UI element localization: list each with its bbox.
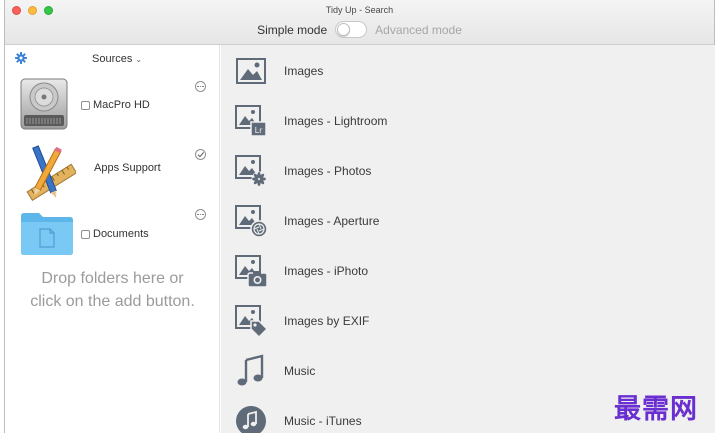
list-item-label: Images by EXIF: [284, 314, 370, 328]
toggle-knob: [337, 23, 351, 36]
image-lightroom-icon: Lr: [235, 105, 267, 137]
list-item-images[interactable]: Images: [221, 46, 715, 96]
list-item-images-iphoto[interactable]: Images - iPhoto: [221, 246, 715, 296]
source-item-macpro-hd[interactable]: MacPro HD: [5, 73, 220, 133]
more-icon[interactable]: [195, 81, 206, 92]
list-item-label: Music - iTunes: [284, 414, 362, 428]
window-title: Tidy Up - Search: [325, 5, 394, 15]
gear-icon[interactable]: [15, 52, 27, 64]
mode-switch-row: Simple mode Advanced mode: [5, 21, 714, 38]
svg-text:Lr: Lr: [255, 126, 263, 135]
sources-sidebar: Sources ⌄ MacPro HD Apps Support Documen…: [5, 45, 220, 433]
title-bar: Tidy Up - Search Simple mode Advanced mo…: [5, 0, 714, 45]
list-item-images-by-exif[interactable]: Images by EXIF: [221, 296, 715, 346]
source-label: MacPro HD: [93, 99, 150, 111]
watermark: 最需网: [614, 394, 698, 425]
image-icon: [236, 58, 266, 84]
hard-drive-icon: [20, 78, 68, 130]
source-item-documents[interactable]: Documents: [5, 205, 220, 263]
more-icon[interactable]: [195, 209, 206, 220]
advanced-mode-label: Advanced mode: [375, 22, 462, 37]
source-label: Documents: [93, 228, 149, 240]
list-item-label: Images - Lightroom: [284, 114, 388, 128]
list-item-images-lightroom[interactable]: Lr Images - Lightroom: [221, 96, 715, 146]
source-label: Apps Support: [94, 162, 161, 174]
list-item-label: Music: [284, 364, 316, 378]
sources-label: Sources: [92, 53, 133, 65]
image-exif-icon: [235, 305, 268, 338]
macpro-hd-checkbox[interactable]: [81, 100, 90, 110]
simple-mode-label: Simple mode: [257, 22, 328, 37]
search-type-list: Images Lr Images - Lightroom Images - Ph…: [221, 45, 715, 433]
image-aperture-icon: [235, 205, 268, 238]
list-item-label: Images - Aperture: [284, 214, 380, 228]
sources-menu[interactable]: Sources ⌄: [92, 53, 142, 65]
checkmark-icon[interactable]: [195, 149, 206, 160]
chevron-down-icon: ⌄: [135, 55, 143, 64]
list-item-images-aperture[interactable]: Images - Aperture: [221, 196, 715, 246]
music-note-icon: [237, 354, 264, 386]
list-item-label: Images - iPhoto: [284, 264, 369, 278]
folder-icon: [21, 213, 73, 255]
image-iphoto-icon: [235, 255, 268, 288]
list-item-label: Images: [284, 64, 324, 78]
list-item-label: Images - Photos: [284, 164, 372, 178]
mode-toggle[interactable]: [335, 21, 368, 38]
drop-folders-hint: Drop folders here or click on the add bu…: [30, 270, 195, 310]
app-window: Tidy Up - Search Simple mode Advanced mo…: [4, 0, 715, 433]
itunes-icon: [236, 406, 266, 433]
source-item-apps-support[interactable]: Apps Support: [5, 141, 220, 203]
image-photos-icon: [235, 155, 267, 187]
documents-checkbox[interactable]: [81, 229, 90, 239]
list-item-images-photos[interactable]: Images - Photos: [221, 146, 715, 196]
apps-support-icon: [26, 145, 76, 201]
